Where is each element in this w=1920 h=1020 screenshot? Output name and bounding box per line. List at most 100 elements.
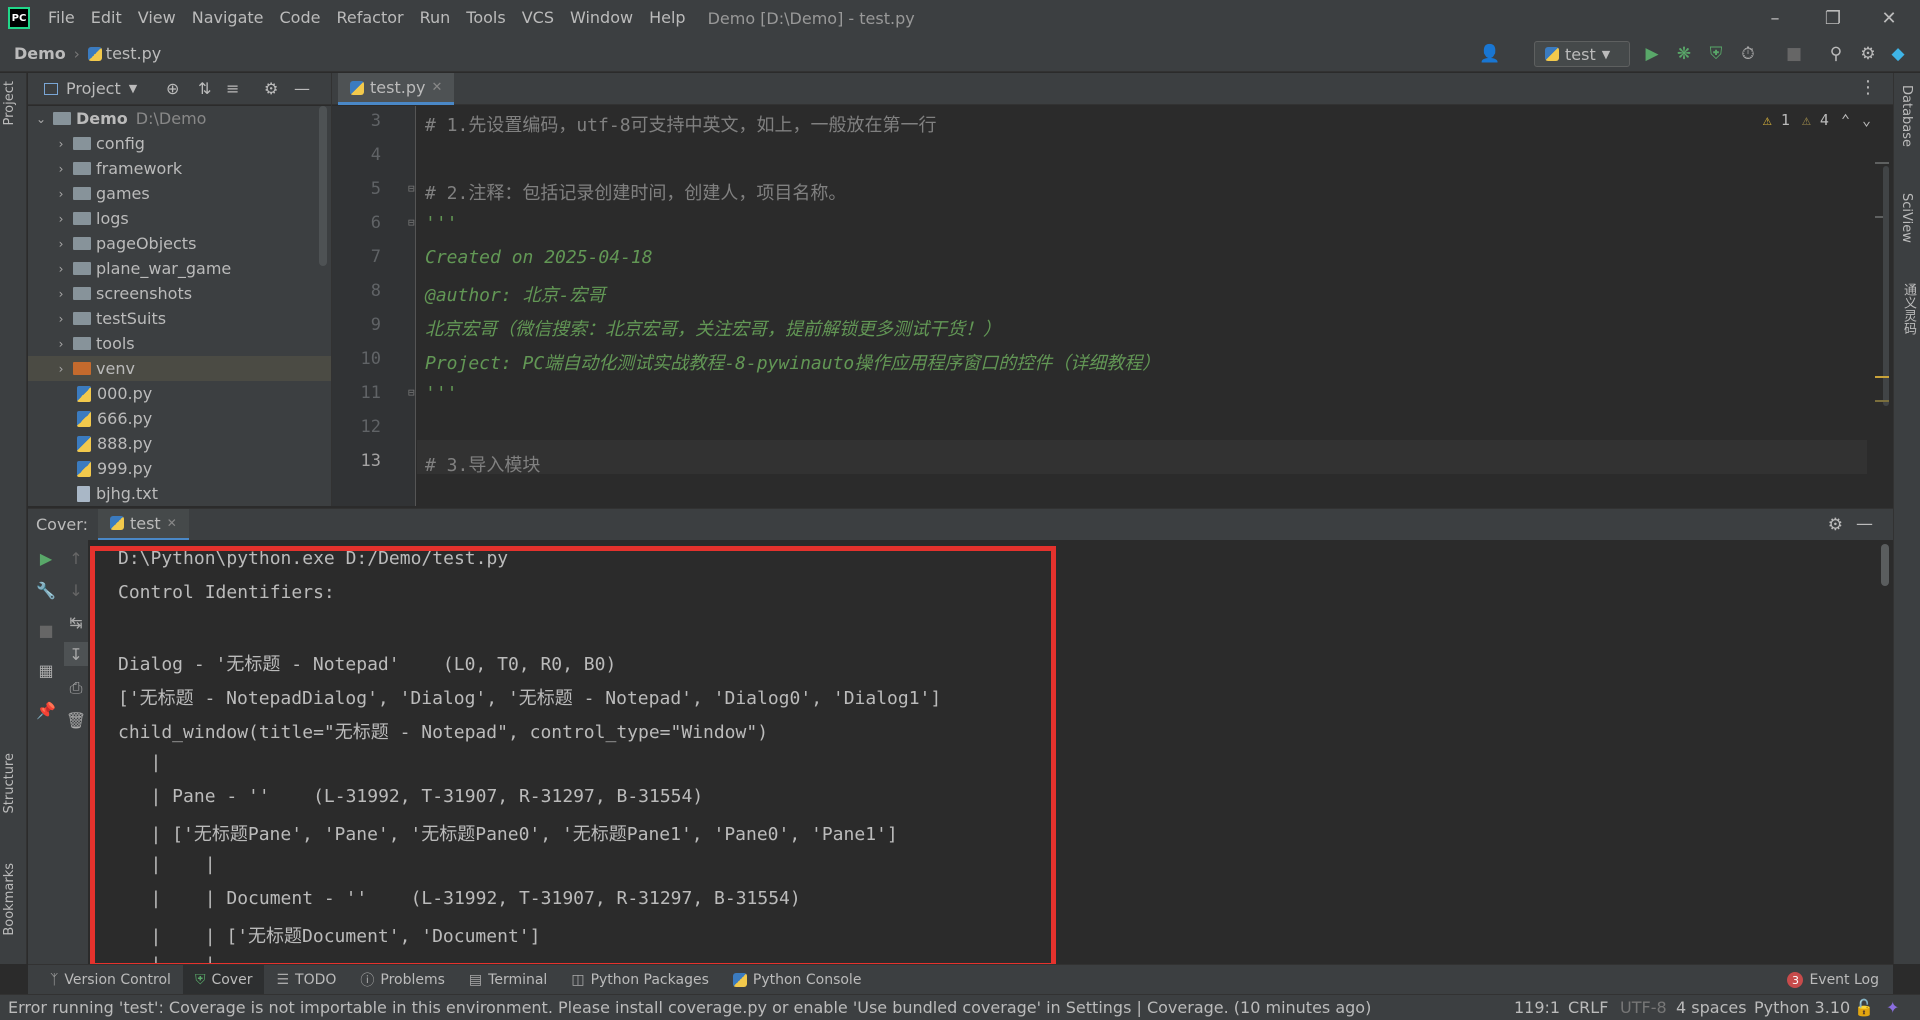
close-tab-icon[interactable]: ✕ <box>167 516 177 530</box>
lock-icon[interactable]: 🔓 <box>1854 998 1874 1017</box>
code-editor[interactable]: # 1.先设置编码，utf-8可支持中英文，如上，一般放在第一行 # 2.注释：… <box>417 106 1893 506</box>
locate-icon[interactable]: ⊕ <box>166 79 179 98</box>
side-tab-structure[interactable]: Structure <box>2 753 17 813</box>
stop-icon[interactable]: ■ <box>34 618 58 642</box>
menu-vcs[interactable]: VCS <box>514 0 562 36</box>
tree-item-folder[interactable]: › logs <box>28 206 331 231</box>
breadcrumb-project[interactable]: Demo <box>14 44 66 63</box>
status-message[interactable]: Error running 'test': Coverage is not im… <box>8 998 1371 1017</box>
collapse-all-icon[interactable]: ≡ <box>226 79 239 98</box>
chevron-up-icon[interactable]: ⌃ <box>1841 111 1850 129</box>
scroll-down-icon[interactable]: ↓ <box>64 578 88 602</box>
tree-item-folder[interactable]: › games <box>28 181 331 206</box>
tree-item-folder[interactable]: › screenshots <box>28 281 331 306</box>
menu-refactor[interactable]: Refactor <box>328 0 411 36</box>
console-scrollbar[interactable] <box>1881 544 1889 586</box>
run-config-select[interactable]: test ▼ <box>1534 41 1630 67</box>
assistant-icon[interactable]: ◆ <box>1886 42 1910 66</box>
tree-item-file[interactable]: 999.py <box>28 456 331 481</box>
pin-icon[interactable]: 📌 <box>34 698 58 722</box>
menu-window[interactable]: Window <box>562 0 641 36</box>
tree-item-file[interactable]: 000.py <box>28 381 331 406</box>
scroll-up-icon[interactable]: ↑ <box>64 546 88 570</box>
gear-icon[interactable]: ⚙ <box>1828 515 1843 535</box>
close-tab-icon[interactable]: ✕ <box>431 80 442 95</box>
status-interpreter[interactable]: Python 3.10 <box>1754 998 1850 1017</box>
gear-icon[interactable]: ⚙ <box>1856 42 1880 66</box>
menu-view[interactable]: View <box>130 0 184 36</box>
side-tab-tongyi[interactable]: 通义灵码 <box>1899 283 1918 335</box>
status-line-separator[interactable]: CRLF <box>1568 998 1608 1017</box>
status-indent[interactable]: 4 spaces <box>1676 998 1747 1017</box>
fold-icon[interactable]: ⊟ <box>408 216 415 229</box>
tree-item-folder[interactable]: › pageObjects <box>28 231 331 256</box>
menu-file[interactable]: File <box>40 0 83 36</box>
tool-tab-problems[interactable]: ⓘ Problems <box>348 965 457 995</box>
breadcrumb-file[interactable]: test.py <box>106 44 161 63</box>
hide-icon[interactable]: — <box>294 79 310 98</box>
tool-tab-todo[interactable]: ☰ TODO <box>264 965 348 995</box>
editor-tab-test-py[interactable]: test.py ✕ <box>338 73 455 105</box>
project-scrollbar[interactable] <box>319 106 327 266</box>
profile-icon[interactable]: ⏱ <box>1736 42 1760 66</box>
side-tab-project[interactable]: Project <box>2 81 17 125</box>
side-tab-bookmarks[interactable]: Bookmarks <box>2 863 17 936</box>
trash-icon[interactable]: 🗑 <box>64 708 88 732</box>
run-tab-test[interactable]: test ✕ <box>97 508 189 541</box>
tool-tab-version-control[interactable]: ᛉ Version Control <box>38 965 183 995</box>
gear-icon[interactable]: ⚙ <box>264 79 278 98</box>
status-encoding[interactable]: UTF-8 <box>1620 998 1667 1017</box>
tree-item-folder[interactable]: › plane_war_game <box>28 256 331 281</box>
tree-item-folder[interactable]: › tools <box>28 331 331 356</box>
fold-icon[interactable]: ⊟ <box>408 386 415 399</box>
tree-item-file[interactable]: bjhg.txt <box>28 481 331 506</box>
soft-wrap-icon[interactable]: ↹ <box>64 610 88 634</box>
menu-edit[interactable]: Edit <box>83 0 130 36</box>
tree-item-root[interactable]: ⌄ Demo D:\Demo <box>28 106 331 131</box>
tree-item-folder[interactable]: › config <box>28 131 331 156</box>
fold-icon[interactable]: ⊟ <box>408 182 415 195</box>
tool-tab-cover[interactable]: ⛨ Cover <box>182 964 265 995</box>
minimize-icon[interactable]: – <box>1748 0 1802 36</box>
print-icon[interactable]: ⎙ <box>64 676 88 700</box>
search-icon[interactable]: ⚲ <box>1824 42 1848 66</box>
close-icon[interactable]: ✕ <box>1862 0 1916 36</box>
tree-item-folder[interactable]: › testSuits <box>28 306 331 331</box>
wrench-icon[interactable]: 🔧 <box>34 578 58 602</box>
menu-run[interactable]: Run <box>412 0 459 36</box>
debug-icon[interactable]: ❋ <box>1672 42 1696 66</box>
scroll-to-end-icon[interactable]: ↧ <box>64 642 88 666</box>
coverage-icon[interactable]: ⛨ <box>1704 42 1728 66</box>
editor-scrollbar[interactable] <box>1883 166 1889 406</box>
menu-help[interactable]: Help <box>641 0 693 36</box>
tree-item-folder[interactable]: › framework <box>28 156 331 181</box>
tree-item-file[interactable]: 666.py <box>28 406 331 431</box>
warning-marker[interactable] <box>1875 400 1889 402</box>
hide-icon[interactable]: — <box>1856 514 1873 534</box>
menu-navigate[interactable]: Navigate <box>184 0 272 36</box>
menu-tools[interactable]: Tools <box>458 0 513 36</box>
stop-icon[interactable]: ■ <box>1782 42 1806 66</box>
chevron-down-icon[interactable]: ⌄ <box>1862 111 1871 129</box>
restore-icon[interactable]: ❐ <box>1806 0 1860 36</box>
side-tab-sciview[interactable]: SciView <box>1899 193 1914 243</box>
expand-all-icon[interactable]: ⇅ <box>198 79 211 98</box>
inspection-widget[interactable]: ⚠ 1 ⚠ 4 ⌃ ⌄ <box>1763 111 1871 129</box>
more-icon[interactable]: ⋮ <box>1859 77 1877 98</box>
menu-code[interactable]: Code <box>272 0 329 36</box>
run-icon[interactable]: ▶ <box>1640 42 1664 66</box>
side-tab-database[interactable]: Database <box>1899 85 1914 147</box>
chevron-down-icon[interactable]: ▼ <box>129 82 137 95</box>
project-panel-title[interactable]: Project <box>66 79 121 98</box>
tree-item-file[interactable]: 888.py <box>28 431 331 456</box>
tool-tab-terminal[interactable]: ▤ Terminal <box>457 965 559 995</box>
layout-icon[interactable]: ▦ <box>34 658 58 682</box>
tool-tab-python-packages[interactable]: ◫ Python Packages <box>559 965 721 995</box>
status-caret-position[interactable]: 119:1 <box>1514 998 1560 1017</box>
assistant-status-icon[interactable]: ✦ <box>1886 998 1899 1017</box>
event-log-button[interactable]: 3 Event Log <box>1787 965 1879 995</box>
rerun-icon[interactable]: ▶ <box>34 546 58 570</box>
user-icon[interactable]: 👤 <box>1478 42 1502 66</box>
tree-item-folder-venv[interactable]: › venv <box>28 356 331 381</box>
tool-tab-python-console[interactable]: Python Console <box>721 965 874 995</box>
